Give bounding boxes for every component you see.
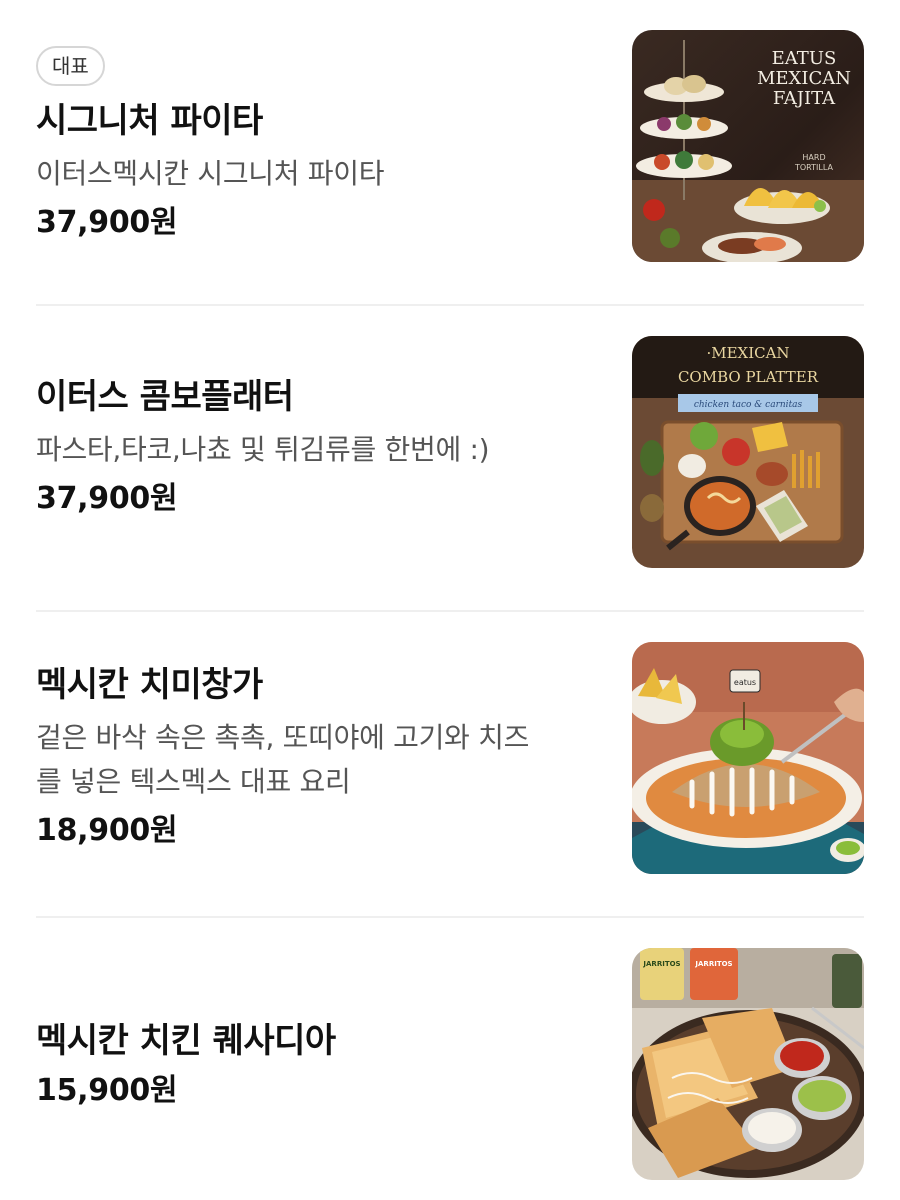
menu-item-name: 멕시칸 치미창가 [36,665,263,705]
menu-item[interactable]: 멕시칸 치킨 퀘사디아 15,900원 JARRITOS JARRITOS [0,918,900,1200]
svg-text:chicken taco & carnitas: chicken taco & carnitas [694,400,803,410]
menu-item-text: 이터스 콤보플래터 파스타,타코,나쵸 및 튀김류를 한번에 :) 37,900… [36,374,596,520]
menu-item-photo[interactable]: ·MEXICAN COMBO PLATTER chicken taco & ca… [632,336,864,568]
menu-item[interactable]: 이터스 콤보플래터 파스타,타코,나쵸 및 튀김류를 한번에 :) 37,900… [0,306,900,612]
svg-text:COMBO PLATTER: COMBO PLATTER [678,368,819,386]
menu-item-photo[interactable]: EATUS MEXICAN FAJITA HARD TORTILLA [632,30,864,262]
signature-badge: 대표 [36,46,105,86]
svg-text:MEXICAN: MEXICAN [757,68,851,89]
description-line: 겉은 바삭 속은 촉촉, 또띠야에 고기와 치즈 [36,721,530,754]
menu-item-description: 이터스멕시칸 시그니처 파이타 [36,157,385,190]
chimichanga-photo-illustration: eatus [632,642,864,874]
flag-text: eatus [734,678,756,687]
menu-item-name: 멕시칸 치킨 퀘사디아 [36,1021,336,1061]
svg-text:FAJITA: FAJITA [773,88,836,109]
fajita-photo-illustration: EATUS MEXICAN FAJITA HARD TORTILLA [632,30,864,262]
menu-item[interactable]: 대표 시그니처 파이타 이터스멕시칸 시그니처 파이타 37,900원 EATU… [0,0,900,306]
svg-text:JARRITOS: JARRITOS [694,960,732,968]
menu-item-description: 파스타,타코,나쵸 및 튀김류를 한번에 :) [36,433,490,466]
combo-platter-photo-illustration: ·MEXICAN COMBO PLATTER chicken taco & ca… [632,336,864,568]
menu-item-text: 멕시칸 치킨 퀘사디아 15,900원 [36,1018,596,1112]
menu-item-text: 멕시칸 치미창가 겉은 바삭 속은 촉촉, 또띠야에 고기와 치즈 를 넣은 텍… [36,662,596,852]
menu-item-name: 이터스 콤보플래터 [36,377,294,417]
menu-item-price: 15,900원 [36,1073,178,1108]
bottle-label: JARRITOS [642,960,680,968]
menu-item-name: 시그니처 파이타 [36,101,263,141]
menu-item-text: 대표 시그니처 파이타 이터스멕시칸 시그니처 파이타 37,900원 [36,46,596,244]
svg-text:HARD: HARD [802,153,825,162]
menu-item[interactable]: 멕시칸 치미창가 겉은 바삭 속은 촉촉, 또띠야에 고기와 치즈 를 넣은 텍… [0,612,900,918]
menu-item-price: 18,900원 [36,813,178,848]
menu-item-price: 37,900원 [36,205,178,240]
menu-item-photo[interactable]: JARRITOS JARRITOS [632,948,864,1180]
photo-caption-text: EATUS [772,48,837,69]
menu-item-price: 37,900원 [36,481,178,516]
menu-list: 대표 시그니처 파이타 이터스멕시칸 시그니처 파이타 37,900원 EATU… [0,0,900,1200]
svg-text:TORTILLA: TORTILLA [794,163,834,172]
menu-item-photo[interactable]: eatus [632,642,864,874]
menu-item-description: 겉은 바삭 속은 촉촉, 또띠야에 고기와 치즈 를 넣은 텍스멕스 대표 요리 [36,716,596,804]
quesadilla-photo-illustration: JARRITOS JARRITOS [632,948,864,1180]
photo-caption-text: ·MEXICAN [706,344,789,362]
description-line: 를 넣은 텍스멕스 대표 요리 [36,765,351,798]
